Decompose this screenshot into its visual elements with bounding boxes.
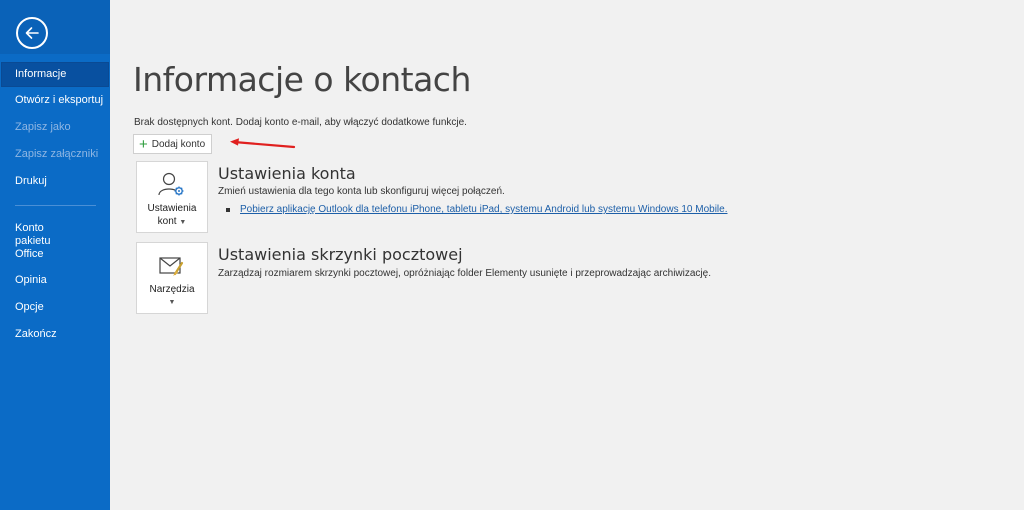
account-settings-icon [157, 171, 187, 199]
mailbox-tools-icon [157, 252, 187, 280]
sidebar-item-opinia[interactable]: Opinia [0, 267, 110, 294]
account-settings-tile[interactable]: Ustawienia kont ▼ [136, 161, 208, 233]
sidebar-item-zakoncz[interactable]: Zakończ [0, 321, 110, 348]
sidebar-item-zapisz-zalaczniki[interactable]: Zapisz załączniki [0, 141, 110, 168]
account-settings-tile-label: Ustawienia kont ▼ [147, 203, 197, 227]
red-arrow-annotation [230, 138, 296, 149]
mailbox-settings-title: Ustawienia skrzynki pocztowej [218, 245, 463, 264]
no-accounts-message: Brak dostępnych kont. Dodaj konto e-mail… [134, 117, 467, 128]
sidebar-item-konto-pakietu-office[interactable]: Konto pakietu Office [0, 216, 70, 267]
backstage-sidebar: Informacje Otwórz i eksportuj Zapisz jak… [0, 0, 110, 510]
back-arrow-icon [25, 27, 39, 39]
plus-icon: + [139, 135, 148, 153]
chevron-down-icon: ▼ [168, 299, 176, 306]
tools-tile-label: Narzędzia ▼ [149, 283, 194, 309]
sidebar-item-otworz-i-eksportuj[interactable]: Otwórz i eksportuj [0, 87, 110, 114]
sidebar-item-opcje[interactable]: Opcje [0, 294, 110, 321]
account-settings-title: Ustawienia konta [218, 164, 356, 183]
sidebar-nav: Informacje Otwórz i eksportuj Zapisz jak… [0, 62, 110, 348]
account-settings-description: Zmień ustawienia dla tego konta lub skon… [218, 186, 505, 197]
bullet-icon [226, 207, 230, 212]
sidebar-divider [15, 205, 96, 206]
chevron-down-icon: ▼ [179, 219, 187, 226]
add-account-button[interactable]: + Dodaj konto [133, 134, 213, 154]
back-button[interactable] [16, 17, 48, 49]
outlook-mobile-link[interactable]: Pobierz aplikację Outlook dla telefonu i… [240, 204, 728, 215]
sidebar-item-zapisz-jako[interactable]: Zapisz jako [0, 114, 110, 141]
sidebar-item-drukuj[interactable]: Drukuj [0, 168, 110, 195]
mailbox-settings-description: Zarządzaj rozmiarem skrzynki pocztowej, … [218, 268, 711, 279]
back-area [0, 0, 110, 54]
page-title: Informacje o kontach [133, 60, 471, 99]
sidebar-item-informacje[interactable]: Informacje [1, 62, 109, 87]
tools-tile[interactable]: Narzędzia ▼ [136, 242, 208, 314]
account-settings-link-row: Pobierz aplikację Outlook dla telefonu i… [226, 204, 728, 215]
add-account-label: Dodaj konto [151, 138, 206, 150]
